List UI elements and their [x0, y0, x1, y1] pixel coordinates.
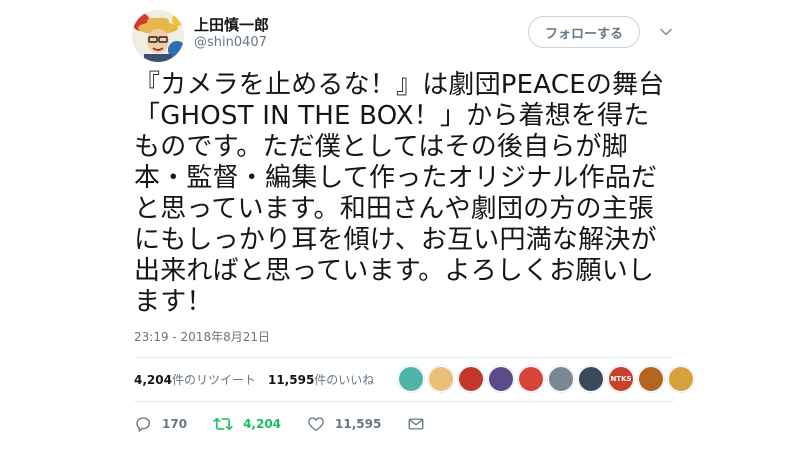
- likes-stat[interactable]: 11,595件のいいね: [268, 373, 374, 387]
- divider: [134, 401, 674, 402]
- retweet-count: 4,204: [243, 417, 282, 431]
- likes-label: 件のいいね: [314, 373, 375, 387]
- retweet-icon: [213, 417, 233, 431]
- liker-avatar[interactable]: [638, 366, 664, 392]
- retweets-count: 4,204: [134, 373, 172, 387]
- divider: [134, 357, 674, 358]
- retweets-stat[interactable]: 4,204件のリツイート: [134, 373, 256, 387]
- tweet-timestamp[interactable]: 23:19 - 2018年8月21日: [134, 328, 270, 345]
- direct-message-button[interactable]: [407, 415, 425, 433]
- liker-avatar[interactable]: [578, 366, 604, 392]
- retweets-label: 件のリツイート: [171, 373, 256, 387]
- liker-avatar-text: NTKS: [610, 375, 632, 383]
- liker-avatar[interactable]: NTKS: [608, 366, 634, 392]
- author-handle[interactable]: @shin0407: [194, 35, 267, 50]
- liker-avatar[interactable]: [518, 366, 544, 392]
- tweet-card: 上田慎一郎 @shin0407 フォローする 『カメラを止めるな！』は劇団PEA…: [0, 0, 800, 450]
- author-display-name[interactable]: 上田慎一郎: [194, 14, 269, 35]
- reply-icon: [136, 417, 151, 432]
- retweet-button[interactable]: 4,204: [213, 415, 281, 433]
- liker-avatar[interactable]: [458, 366, 484, 392]
- liker-avatars: NTKS: [398, 366, 698, 394]
- envelope-icon: [408, 418, 424, 430]
- liker-avatar[interactable]: [428, 366, 454, 392]
- follow-button[interactable]: フォローする: [528, 16, 640, 48]
- like-count: 11,595: [335, 417, 382, 431]
- like-button[interactable]: 11,595: [307, 415, 381, 433]
- author-avatar[interactable]: [132, 10, 184, 62]
- liker-avatar[interactable]: [668, 366, 694, 392]
- likes-count: 11,595: [267, 373, 315, 387]
- reply-button[interactable]: 170: [134, 415, 187, 433]
- tweet-actions: 170 4,204 11,595: [134, 414, 451, 434]
- liker-avatar[interactable]: [488, 366, 514, 392]
- chevron-down-icon[interactable]: [656, 22, 676, 42]
- tweet-text: 『カメラを止めるな！』は劇団PEACEの舞台 「GHOST IN THE BOX…: [134, 70, 665, 317]
- liker-avatar[interactable]: [548, 366, 574, 392]
- tweet-stats: 4,204件のリツイート 11,595件のいいね: [134, 371, 374, 388]
- reply-count: 170: [162, 417, 188, 431]
- heart-icon: [308, 417, 324, 432]
- liker-avatar[interactable]: [398, 366, 424, 392]
